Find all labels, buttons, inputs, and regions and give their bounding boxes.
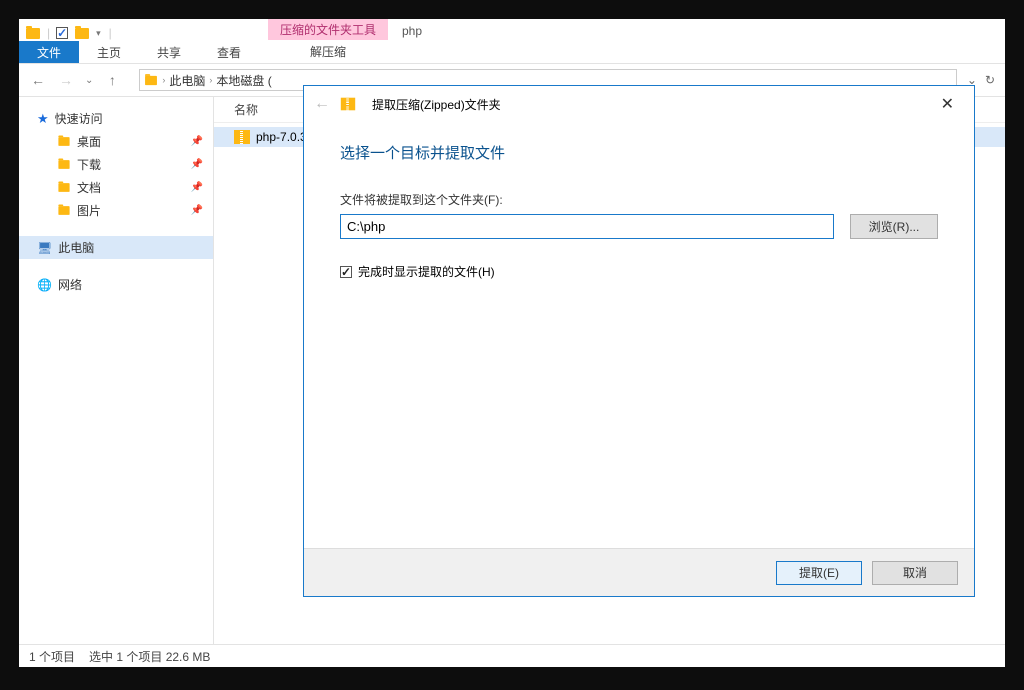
ribbon: 压缩的文件夹工具 解压缩 php 文件 主页 共享 查看 xyxy=(19,41,1005,63)
forward-arrow-icon[interactable]: → xyxy=(57,72,75,88)
contextual-tab-group: 压缩的文件夹工具 解压缩 xyxy=(268,19,388,63)
pin-icon: 📌 xyxy=(191,136,203,147)
navpane-network[interactable]: 🌐 网络 xyxy=(19,273,213,296)
file-name: php-7.0.3 xyxy=(256,130,307,144)
folder-icon xyxy=(57,135,71,149)
up-arrow-icon[interactable]: ↑ xyxy=(103,72,121,88)
dialog-footer: 提取(E) 取消 xyxy=(304,548,974,596)
folder-icon xyxy=(57,204,71,218)
folder-icon xyxy=(57,158,71,172)
pc-icon: 🖥 xyxy=(37,241,52,255)
navpane-label: 快速访问 xyxy=(55,110,103,127)
status-selection: 选中 1 个项目 22.6 MB xyxy=(89,648,210,665)
qat-divider: | xyxy=(47,26,50,40)
pin-icon: 📌 xyxy=(191,205,203,216)
recent-caret-icon[interactable]: ⌄ xyxy=(85,75,93,86)
back-arrow-icon[interactable]: ← xyxy=(314,95,330,113)
navpane-label: 此电脑 xyxy=(58,239,94,256)
network-icon: 🌐 xyxy=(37,278,52,292)
navpane-quick-access[interactable]: ★ 快速访问 xyxy=(19,107,213,130)
zip-icon xyxy=(234,130,250,144)
tab-home[interactable]: 主页 xyxy=(79,41,139,63)
tab-view[interactable]: 查看 xyxy=(199,41,259,63)
navpane-label: 网络 xyxy=(58,276,82,293)
pin-icon: 📌 xyxy=(191,159,203,170)
breadcrumb-segment[interactable]: 此电脑 xyxy=(169,72,205,89)
breadcrumb-segment[interactable]: 本地磁盘 ( xyxy=(216,72,271,89)
navpane-item-documents[interactable]: 文档 📌 xyxy=(19,176,213,199)
back-arrow-icon[interactable]: ← xyxy=(29,72,47,88)
close-icon[interactable]: ✕ xyxy=(931,90,964,118)
navpane-item-downloads[interactable]: 下载 📌 xyxy=(19,153,213,176)
folder-icon xyxy=(57,181,71,195)
destination-input[interactable] xyxy=(340,214,834,239)
navpane-item-label: 桌面 xyxy=(77,133,101,150)
pin-icon: 📌 xyxy=(191,182,203,193)
extract-button[interactable]: 提取(E) xyxy=(776,561,862,585)
checkbox-label: 完成时显示提取的文件(H) xyxy=(358,263,495,280)
folder-icon xyxy=(74,25,90,41)
quick-access-toolbar: | ✓ ▾ | xyxy=(19,25,118,41)
navpane-item-pictures[interactable]: 图片 📌 xyxy=(19,199,213,222)
tab-file[interactable]: 文件 xyxy=(19,41,79,63)
chevron-right-icon[interactable]: › xyxy=(209,75,212,85)
qat-checkbox[interactable]: ✓ xyxy=(56,27,68,39)
folder-icon xyxy=(144,73,158,87)
dialog-title: 提取压缩(Zipped)文件夹 xyxy=(372,96,501,113)
show-files-checkbox[interactable]: ✓ 完成时显示提取的文件(H) xyxy=(340,263,938,280)
checkbox-icon: ✓ xyxy=(340,266,352,278)
browse-button[interactable]: 浏览(R)... xyxy=(850,214,938,239)
extract-dialog: ← 提取压缩(Zipped)文件夹 ✕ 选择一个目标并提取文件 文件将被提取到这… xyxy=(303,85,975,597)
refresh-icon[interactable]: ↻ xyxy=(985,73,995,87)
tab-share[interactable]: 共享 xyxy=(139,41,199,63)
navpane-item-label: 图片 xyxy=(77,202,101,219)
navpane-item-desktop[interactable]: 桌面 📌 xyxy=(19,130,213,153)
navpane-item-label: 文档 xyxy=(77,179,101,196)
cancel-button[interactable]: 取消 xyxy=(872,561,958,585)
window-title: php xyxy=(402,24,422,38)
status-item-count: 1 个项目 xyxy=(29,648,75,665)
navpane-this-pc[interactable]: 🖥 此电脑 xyxy=(19,236,213,259)
status-bar: 1 个项目 选中 1 个项目 22.6 MB xyxy=(19,644,1005,667)
qat-divider: | xyxy=(109,26,112,40)
dialog-titlebar: ← 提取压缩(Zipped)文件夹 ✕ xyxy=(304,86,974,122)
navpane-item-label: 下载 xyxy=(77,156,101,173)
chevron-right-icon[interactable]: › xyxy=(162,75,165,85)
folder-icon xyxy=(25,25,41,41)
zip-icon xyxy=(341,98,355,111)
contextual-group-label: 压缩的文件夹工具 xyxy=(268,19,388,40)
tab-extract[interactable]: 解压缩 xyxy=(292,40,364,63)
navigation-pane: ★ 快速访问 桌面 📌 下载 📌 文档 📌 xyxy=(19,97,214,644)
title-bar: | ✓ ▾ | xyxy=(19,19,1005,41)
dialog-body: 选择一个目标并提取文件 文件将被提取到这个文件夹(F): 浏览(R)... ✓ … xyxy=(304,122,974,548)
dialog-heading: 选择一个目标并提取文件 xyxy=(340,142,938,163)
dropdown-caret-icon[interactable]: ▾ xyxy=(96,28,101,39)
destination-label: 文件将被提取到这个文件夹(F): xyxy=(340,191,938,208)
star-icon: ★ xyxy=(37,111,49,127)
